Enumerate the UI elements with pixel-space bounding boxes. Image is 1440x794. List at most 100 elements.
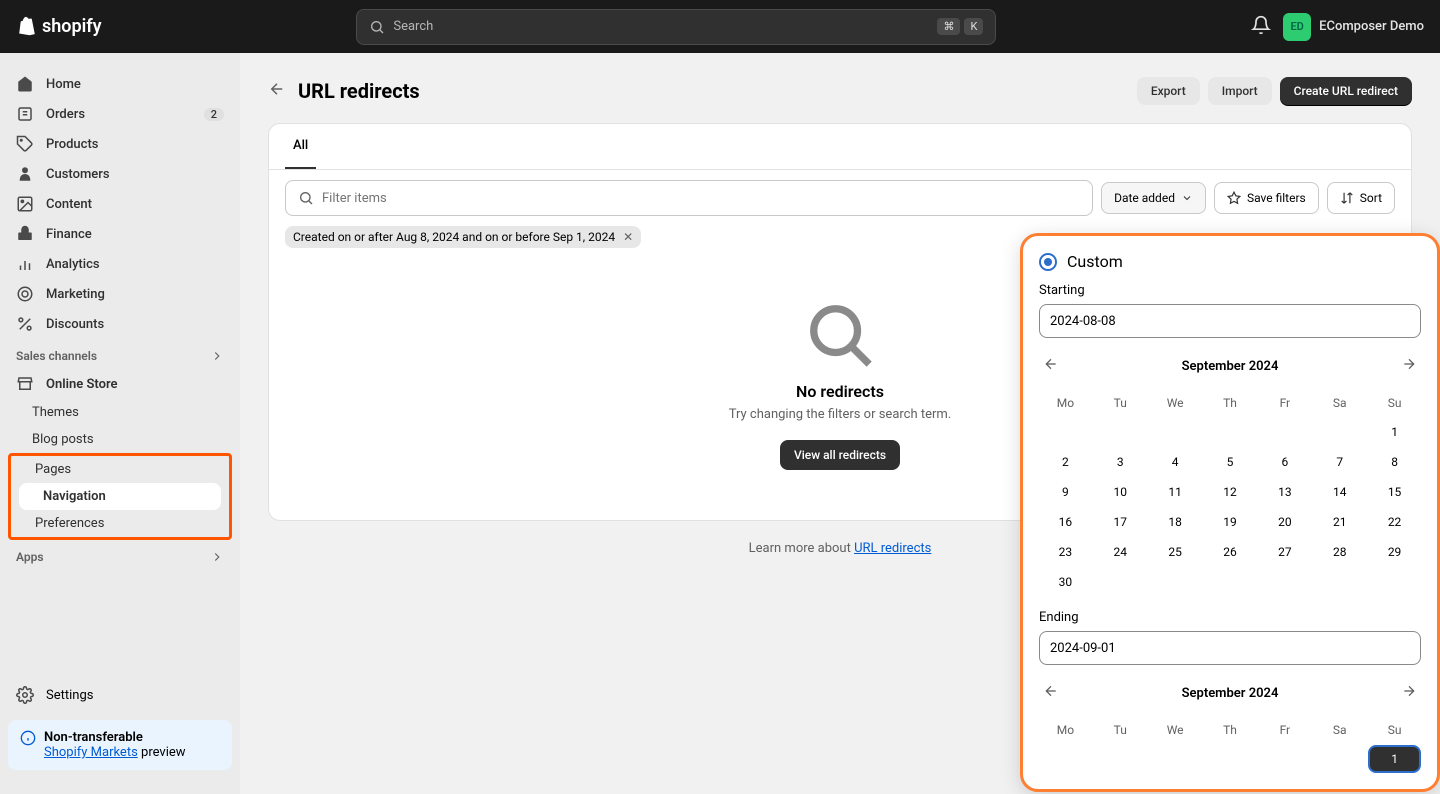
weekday-header: Th	[1204, 390, 1257, 416]
sidebar-item-customers[interactable]: Customers	[0, 159, 240, 189]
calendar-day[interactable]: 25	[1149, 538, 1202, 566]
calendar-day[interactable]: 15	[1368, 478, 1421, 506]
calendar-day	[1094, 418, 1147, 446]
gear-icon	[16, 686, 34, 704]
sub-item-blog-posts[interactable]: Blog posts	[0, 426, 240, 453]
sub-item-navigation[interactable]: Navigation	[19, 483, 221, 510]
calendar-day	[1039, 745, 1092, 773]
calendar-day[interactable]: 8	[1368, 448, 1421, 476]
calendar-day[interactable]: 19	[1204, 508, 1257, 536]
notifications-icon[interactable]	[1251, 15, 1271, 39]
section-label: Apps	[16, 550, 44, 564]
calendar-day[interactable]: 4	[1149, 448, 1202, 476]
marketing-icon	[16, 285, 34, 303]
calendar-day[interactable]: 30	[1039, 568, 1092, 596]
sidebar-item-discounts[interactable]: Discounts	[0, 309, 240, 339]
view-all-button[interactable]: View all redirects	[780, 440, 900, 470]
search-icon	[805, 300, 875, 370]
calendar-day	[1258, 568, 1311, 596]
info-icon	[20, 730, 36, 746]
calendar-day	[1258, 418, 1311, 446]
arrow-left-icon	[268, 80, 286, 98]
date-added-filter[interactable]: Date added	[1101, 182, 1206, 214]
calendar-day[interactable]: 16	[1039, 508, 1092, 536]
calendar-day[interactable]: 24	[1094, 538, 1147, 566]
orders-badge: 2	[204, 108, 224, 121]
close-icon[interactable]: ✕	[623, 230, 633, 244]
notice-link[interactable]: Shopify Markets	[44, 745, 138, 760]
calendar-day[interactable]: 9	[1039, 478, 1092, 506]
search-icon	[369, 19, 385, 35]
sales-channels-header[interactable]: Sales channels	[0, 339, 240, 369]
calendar-day[interactable]: 20	[1258, 508, 1311, 536]
import-button[interactable]: Import	[1208, 77, 1272, 105]
next-month-button-2[interactable]	[1397, 679, 1421, 707]
calendar-day[interactable]: 6	[1258, 448, 1311, 476]
calendar-day[interactable]: 2	[1039, 448, 1092, 476]
profile-menu[interactable]: ED EComposer Demo	[1283, 13, 1424, 41]
calendar-day[interactable]: 18	[1149, 508, 1202, 536]
calendar-day[interactable]: 29	[1368, 538, 1421, 566]
sidebar-item-orders[interactable]: Orders 2	[0, 99, 240, 129]
sidebar-item-products[interactable]: Products	[0, 129, 240, 159]
sidebar-label: Home	[46, 77, 81, 92]
calendar-day[interactable]: 1	[1368, 745, 1421, 773]
sidebar-item-home[interactable]: Home	[0, 69, 240, 99]
learn-link[interactable]: URL redirects	[854, 541, 931, 556]
calendar-day[interactable]: 5	[1204, 448, 1257, 476]
sub-item-pages[interactable]: Pages	[11, 456, 229, 483]
store-icon	[16, 375, 34, 393]
sidebar-item-content[interactable]: Content	[0, 189, 240, 219]
calendar-day[interactable]: 27	[1258, 538, 1311, 566]
prev-month-button-2[interactable]	[1039, 679, 1063, 707]
customers-icon	[16, 165, 34, 183]
tab-all[interactable]: All	[285, 124, 316, 169]
search-input[interactable]: Search ⌘ K	[356, 9, 996, 45]
prev-month-button[interactable]	[1039, 352, 1063, 380]
weekday-header: We	[1149, 717, 1202, 743]
calendar-day[interactable]: 1	[1368, 418, 1421, 446]
calendar-day	[1149, 745, 1202, 773]
sort-label: Sort	[1360, 191, 1382, 205]
weekday-header: Sa	[1313, 390, 1366, 416]
month-label: September 2024	[1182, 359, 1279, 374]
calendar-day[interactable]: 28	[1313, 538, 1366, 566]
ending-input[interactable]	[1039, 631, 1421, 665]
calendar-day[interactable]: 23	[1039, 538, 1092, 566]
back-button[interactable]	[268, 80, 286, 102]
sidebar-item-settings[interactable]: Settings	[0, 678, 240, 712]
calendar-day[interactable]: 14	[1313, 478, 1366, 506]
calendar-day[interactable]: 3	[1094, 448, 1147, 476]
sub-item-themes[interactable]: Themes	[0, 399, 240, 426]
calendar-day[interactable]: 11	[1149, 478, 1202, 506]
sub-item-preferences[interactable]: Preferences	[11, 510, 229, 537]
sort-button[interactable]: Sort	[1327, 182, 1395, 214]
calendar-day[interactable]: 10	[1094, 478, 1147, 506]
calendar-day[interactable]: 17	[1094, 508, 1147, 536]
sidebar-label: Products	[46, 137, 98, 152]
sidebar-item-online-store[interactable]: Online Store	[0, 369, 240, 399]
calendar-day[interactable]: 22	[1368, 508, 1421, 536]
sidebar-item-analytics[interactable]: Analytics	[0, 249, 240, 279]
calendar-day[interactable]: 21	[1313, 508, 1366, 536]
sidebar-label: Discounts	[46, 317, 104, 332]
save-filters-button[interactable]: Save filters	[1214, 182, 1319, 214]
chevron-down-icon	[1181, 192, 1193, 204]
weekday-header: Su	[1368, 717, 1421, 743]
apps-header[interactable]: Apps	[0, 540, 240, 570]
starting-input[interactable]	[1039, 304, 1421, 338]
active-filter-chip[interactable]: Created on or after Aug 8, 2024 and on o…	[285, 226, 641, 248]
next-month-button[interactable]	[1397, 352, 1421, 380]
calendar-day[interactable]: 13	[1258, 478, 1311, 506]
calendar-day	[1039, 418, 1092, 446]
calendar-day[interactable]: 7	[1313, 448, 1366, 476]
custom-range-option[interactable]: Custom	[1039, 252, 1421, 271]
create-redirect-button[interactable]: Create URL redirect	[1280, 77, 1412, 105]
filter-input[interactable]	[322, 191, 1080, 206]
sidebar-item-marketing[interactable]: Marketing	[0, 279, 240, 309]
calendar-day[interactable]: 12	[1204, 478, 1257, 506]
calendar-day[interactable]: 26	[1204, 538, 1257, 566]
sidebar-item-finance[interactable]: Finance	[0, 219, 240, 249]
shopify-logo[interactable]: shopify	[16, 15, 102, 39]
export-button[interactable]: Export	[1137, 77, 1200, 105]
